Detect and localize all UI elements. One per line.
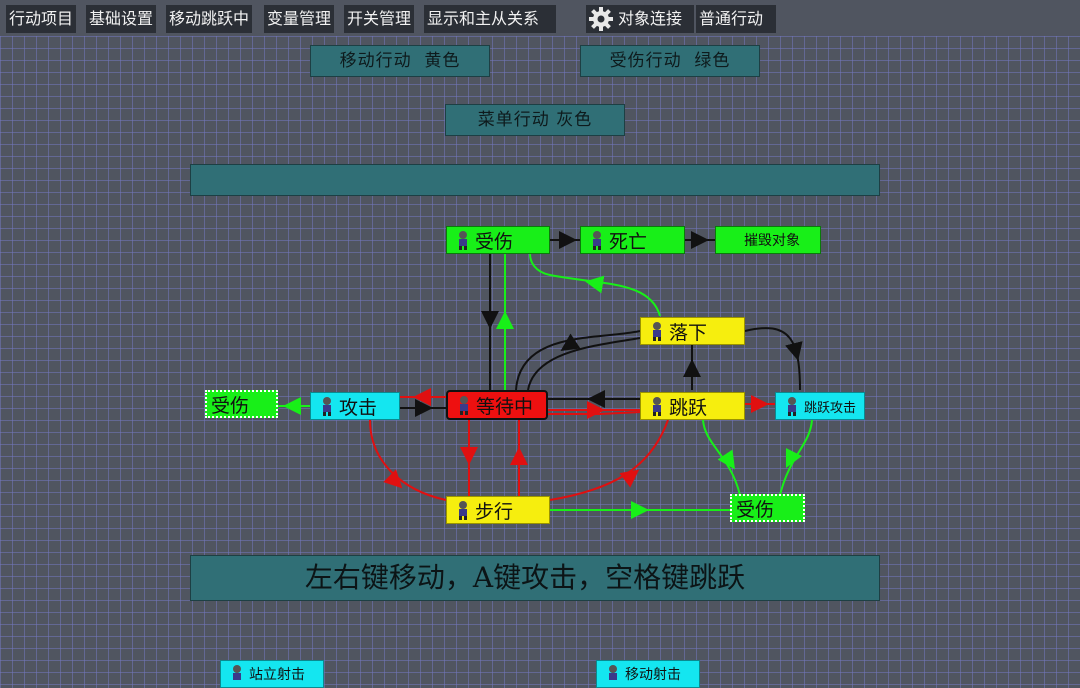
node-destroy-object[interactable]: 摧毁对象	[715, 226, 821, 254]
tab-object-connection-label: 对象连接	[618, 9, 683, 28]
legend-menu-action: 菜单行动 灰色	[445, 104, 625, 136]
tab-switch-management[interactable]: 开关管理	[344, 5, 415, 33]
tab-basic-settings[interactable]: 基础设置	[86, 5, 157, 33]
node-label: 落下	[669, 321, 708, 344]
header-banner	[190, 164, 880, 196]
node-label: 攻击	[339, 396, 378, 419]
node-label: 站立射击	[249, 667, 305, 683]
node-stand-shoot[interactable]: 站立射击	[220, 660, 324, 688]
character-sprite-icon	[460, 396, 468, 415]
node-hurt-top[interactable]: 受伤	[446, 226, 550, 254]
node-label: 受伤	[736, 498, 775, 521]
node-label: 死亡	[609, 230, 648, 253]
character-sprite-icon	[653, 322, 661, 341]
node-move-shoot[interactable]: 移动射击	[596, 660, 700, 688]
node-hurt-right[interactable]: 受伤	[730, 494, 805, 522]
node-label: 跳跃攻击	[804, 400, 857, 416]
character-sprite-icon	[788, 397, 796, 416]
character-sprite-icon	[459, 501, 467, 520]
node-label: 受伤	[475, 230, 514, 253]
tab-move-jump[interactable]: 移动跳跃中	[166, 5, 253, 33]
tab-bar: 行动项目 基础设置 移动跳跃中 变量管理 开关管理 显示和主从关系 对象连接 普…	[0, 0, 1080, 36]
node-label: 等待中	[476, 395, 534, 418]
node-fall[interactable]: 落下	[640, 317, 745, 345]
node-label: 步行	[475, 500, 514, 523]
character-sprite-icon	[593, 231, 601, 250]
node-jump-attack[interactable]: 跳跃攻击	[775, 392, 865, 420]
node-waiting[interactable]: 等待中	[446, 390, 548, 420]
character-sprite-icon	[459, 231, 467, 250]
node-label: 跳跃	[669, 396, 708, 419]
character-sprite-icon	[653, 397, 661, 416]
node-label: 受伤	[211, 394, 250, 417]
legend-move-action: 移动行动 黄色	[310, 45, 490, 77]
tab-display-master-slave[interactable]: 显示和主从关系	[424, 5, 556, 33]
instruction-text: 左右键移动，A键攻击，空格键跳跃	[304, 561, 746, 594]
tab-action-items[interactable]: 行动项目	[6, 5, 77, 33]
node-walk[interactable]: 步行	[446, 496, 550, 524]
node-jump[interactable]: 跳跃	[640, 392, 745, 420]
character-sprite-icon	[233, 665, 241, 680]
node-label: 移动射击	[625, 667, 681, 683]
tab-variable-management[interactable]: 变量管理	[264, 5, 335, 33]
character-sprite-icon	[609, 665, 617, 680]
node-attack[interactable]: 攻击	[310, 392, 400, 420]
legend-hurt-action: 受伤行动 绿色	[580, 45, 760, 77]
tab-normal-action[interactable]: 普通行动	[696, 5, 776, 33]
node-death[interactable]: 死亡	[580, 226, 685, 254]
node-label: 摧毁对象	[744, 233, 800, 249]
gear-icon[interactable]	[588, 6, 614, 32]
character-sprite-icon	[323, 397, 331, 416]
node-hurt-left[interactable]: 受伤	[205, 390, 278, 418]
